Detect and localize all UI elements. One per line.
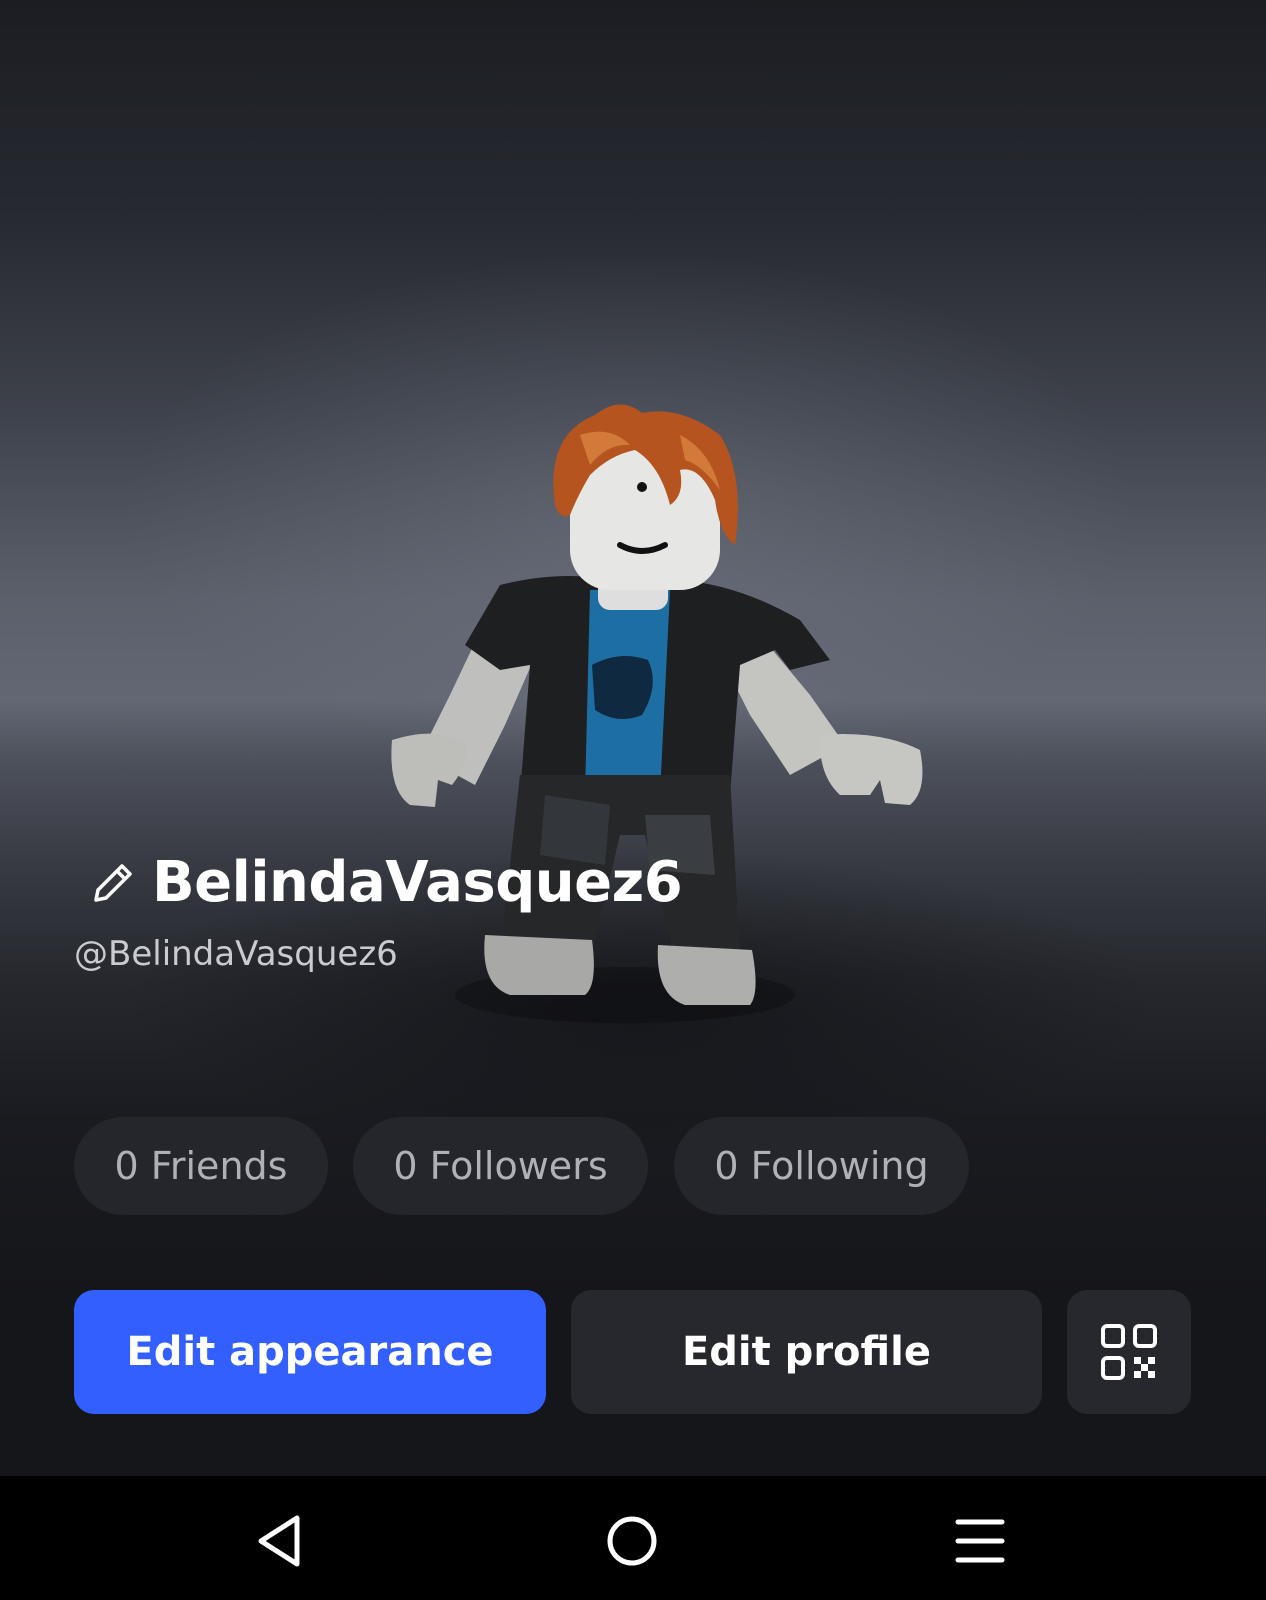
username: @BelindaVasquez6 xyxy=(74,934,398,974)
back-triangle-icon xyxy=(258,1515,300,1567)
qr-code-icon xyxy=(1101,1324,1157,1380)
profile-screen: BelindaVasquez6 @BelindaVasquez6 0 Frien… xyxy=(0,0,1266,1600)
friends-pill[interactable]: 0 Friends xyxy=(74,1117,328,1215)
edit-profile-button[interactable]: Edit profile xyxy=(571,1290,1042,1414)
followers-pill[interactable]: 0 Followers xyxy=(353,1117,648,1215)
profile-header-background: BelindaVasquez6 @BelindaVasquez6 0 Frien… xyxy=(0,0,1266,1476)
edit-appearance-button[interactable]: Edit appearance xyxy=(74,1290,546,1414)
recents-button[interactable] xyxy=(945,1506,1015,1576)
back-button[interactable] xyxy=(244,1506,314,1576)
home-circle-icon xyxy=(607,1516,657,1566)
display-name-row: BelindaVasquez6 xyxy=(88,848,683,918)
system-navigation-bar xyxy=(0,1476,1266,1600)
qr-code-button[interactable] xyxy=(1067,1290,1191,1414)
menu-lines-icon xyxy=(955,1519,1005,1563)
pencil-icon[interactable] xyxy=(88,858,138,908)
display-name: BelindaVasquez6 xyxy=(152,850,683,915)
home-button[interactable] xyxy=(597,1506,667,1576)
avatar-figure[interactable] xyxy=(380,395,940,1035)
following-pill[interactable]: 0 Following xyxy=(674,1117,969,1215)
